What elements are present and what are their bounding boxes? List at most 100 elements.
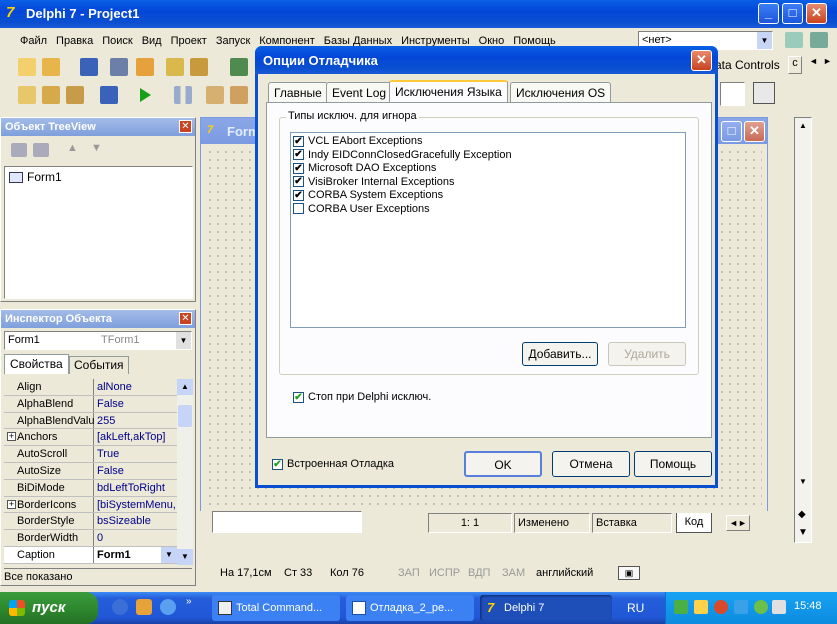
inspector-row[interactable]: Align alNone	[4, 379, 177, 396]
view-form-icon[interactable]	[42, 86, 60, 104]
editor-vscroll[interactable]: ▲ ▼	[794, 117, 812, 543]
chevron-down-icon[interactable]: ▼	[757, 32, 772, 49]
view-unit-icon[interactable]	[18, 86, 36, 104]
form-close-button[interactable]: ✕	[744, 121, 765, 142]
tab-os-exceptions[interactable]: Исключения OS	[510, 82, 612, 104]
quicklaunch-ie-icon[interactable]	[112, 599, 128, 615]
property-value[interactable]: 255	[95, 413, 115, 429]
property-value[interactable]: False	[95, 463, 124, 479]
chevron-down-icon[interactable]: ▼	[161, 547, 177, 563]
quicklaunch-app-icon[interactable]	[136, 599, 152, 615]
editor-bookmark-icon[interactable]: ◆	[798, 509, 806, 520]
property-value[interactable]: False	[95, 396, 124, 412]
arrow-down-icon[interactable]: ▼	[91, 142, 102, 154]
exception-list-item[interactable]: ✔ CORBA System Exceptions	[293, 189, 685, 203]
property-value[interactable]: True	[95, 446, 119, 462]
exception-list-item[interactable]: CORBA User Exceptions	[293, 203, 685, 217]
language-indicator[interactable]: RU	[627, 601, 644, 615]
integrated-debug-checkbox[interactable]: ✔	[272, 458, 283, 470]
tray-shield-icon[interactable]	[772, 600, 786, 614]
exception-checkbox[interactable]: ✔	[293, 176, 304, 188]
close-icon[interactable]: ✕	[179, 312, 192, 325]
inspector-tab-properties[interactable]: Свойства	[4, 354, 69, 374]
palette-component-slot[interactable]	[720, 82, 745, 106]
close-icon[interactable]: ✕	[179, 120, 192, 133]
add-exception-button[interactable]: Добавить...	[522, 342, 598, 366]
tab-main[interactable]: Главные	[268, 82, 328, 104]
save-all-icon[interactable]	[110, 58, 128, 76]
minimize-button[interactable]: _	[758, 3, 779, 24]
exception-list-item[interactable]: ✔ VCL EAbort Exceptions	[293, 135, 685, 149]
inspector-row[interactable]: BiDiMode bdLeftToRight	[4, 479, 177, 497]
trace-into-icon[interactable]	[206, 86, 224, 104]
tab-language-exceptions[interactable]: Исключения Языка	[389, 80, 508, 104]
inspector-row[interactable]: AlphaBlendValu 255	[4, 412, 177, 430]
menu-search[interactable]: Поиск	[102, 35, 132, 47]
help-book-icon[interactable]	[230, 58, 248, 76]
inspector-object-combo[interactable]: Form1 TForm1 ▼	[4, 331, 192, 350]
add-file-icon[interactable]	[166, 58, 184, 76]
step-over-icon[interactable]	[230, 86, 248, 104]
open-project-icon[interactable]	[136, 58, 154, 76]
treeview-node-form1[interactable]: Form1	[27, 170, 62, 184]
ok-button[interactable]: OK	[464, 451, 542, 477]
inspector-scrollbar[interactable]: ▲ ▼	[177, 379, 193, 565]
close-button[interactable]: ✕	[806, 3, 827, 24]
inspector-row[interactable]: AutoScroll True	[4, 446, 177, 463]
tray-network-icon[interactable]	[674, 600, 688, 614]
menu-file[interactable]: Файл	[20, 35, 47, 47]
menu-run[interactable]: Запуск	[216, 35, 250, 47]
delete-icon[interactable]	[11, 143, 27, 157]
start-button[interactable]: пуск	[0, 592, 98, 624]
property-value[interactable]: bsSizeable	[95, 513, 151, 529]
open-icon[interactable]	[42, 58, 60, 76]
scroll-up-icon[interactable]: ▲	[177, 379, 193, 395]
inspector-tab-events[interactable]: События	[69, 356, 129, 374]
chevron-down-icon[interactable]: ▼	[176, 332, 191, 349]
form-maximize-button[interactable]: □	[721, 121, 742, 142]
taskbar-item-delphi[interactable]: 7 Delphi 7	[480, 595, 612, 621]
inspector-row[interactable]: Caption Form1	[4, 547, 177, 564]
exception-list-item[interactable]: ✔ Microsoft DAO Exceptions	[293, 162, 685, 176]
new-icon[interactable]	[18, 58, 36, 76]
property-value[interactable]: bdLeftToRight	[95, 480, 165, 496]
save-desktop-icon[interactable]	[810, 32, 828, 48]
editor-bookmark-icon-2[interactable]: ▼	[798, 527, 808, 538]
taskbar-item-document[interactable]: Отладка_2_ре...	[346, 595, 474, 621]
scroll-down-icon[interactable]: ▼	[795, 474, 811, 490]
editor-tab-code[interactable]: Код	[676, 513, 712, 533]
dbnavigator-icon[interactable]	[753, 82, 775, 104]
editor-tab-nav-icon[interactable]: ◄►	[726, 515, 750, 531]
stop-checkbox[interactable]: ✔	[293, 391, 304, 403]
quicklaunch-browser-icon[interactable]	[160, 599, 176, 615]
property-value[interactable]: [biSystemMenu,	[95, 497, 176, 513]
new-form-icon[interactable]	[100, 86, 118, 104]
dialog-close-button[interactable]: ✕	[691, 50, 712, 71]
inspector-row[interactable]: AutoSize False	[4, 463, 177, 480]
arrow-up-icon[interactable]: ▲	[67, 142, 78, 154]
cancel-button[interactable]: Отмена	[552, 451, 630, 477]
exception-list-item[interactable]: ✔ Indy EIDConnClosedGracefully Exception	[293, 149, 685, 163]
exception-checkbox[interactable]: ✔	[293, 149, 304, 161]
property-value[interactable]: alNone	[95, 379, 132, 395]
scroll-left-icon[interactable]: ◄	[807, 56, 820, 72]
palette-tab-data-controls[interactable]: ata Controls	[715, 58, 780, 72]
help-button[interactable]: Помощь	[634, 451, 712, 477]
tab-event-log[interactable]: Event Log	[326, 82, 393, 104]
property-value[interactable]: [akLeft,akTop]	[95, 429, 166, 445]
integrated-debugging[interactable]: ✔ Встроенная Отладка	[272, 457, 394, 471]
property-value[interactable]: 0	[95, 530, 103, 546]
tray-volume-icon[interactable]	[694, 600, 708, 614]
property-value[interactable]: Form1	[95, 547, 131, 563]
scroll-down-icon[interactable]: ▼	[177, 549, 193, 565]
taskbar-item-total-commander[interactable]: Total Command...	[212, 595, 340, 621]
desktop-settings-icon[interactable]	[785, 32, 803, 48]
tray-antivirus-icon[interactable]	[714, 600, 728, 614]
add-item-icon[interactable]	[33, 143, 49, 157]
inspector-row[interactable]: BorderWidth 0	[4, 530, 177, 547]
menu-view[interactable]: Вид	[142, 35, 162, 47]
tray-update-icon[interactable]	[734, 600, 748, 614]
toggle-form-unit-icon[interactable]	[66, 86, 84, 104]
remove-file-icon[interactable]	[190, 58, 208, 76]
menu-project[interactable]: Проект	[171, 35, 207, 47]
